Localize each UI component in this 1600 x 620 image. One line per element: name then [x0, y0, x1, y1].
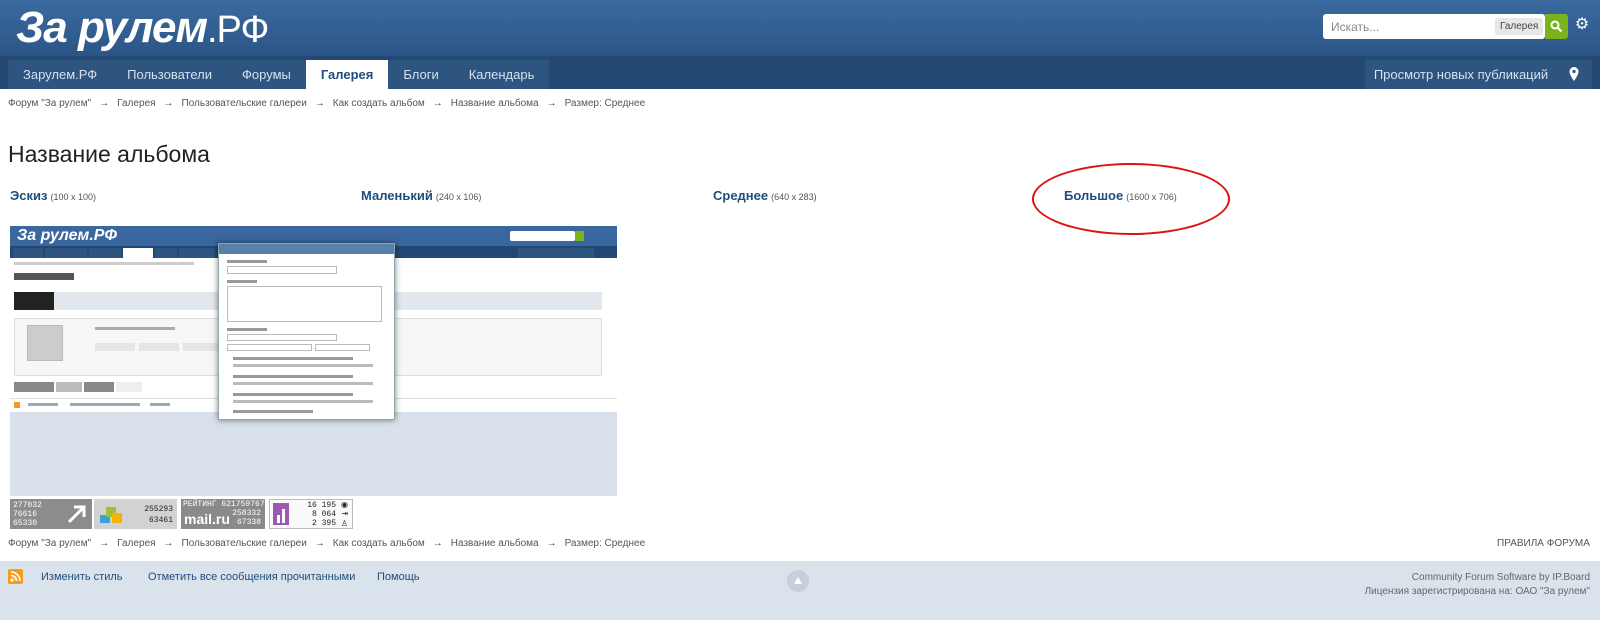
- size-thumbnail-link[interactable]: Эскиз (100 x 100): [10, 188, 96, 203]
- mailru-logo: mail.ru: [184, 511, 230, 527]
- map-pin-icon: [1569, 67, 1579, 81]
- tab-users[interactable]: Пользователи: [112, 60, 227, 89]
- footer-copyright: Community Forum Software by IP.Board Лиц…: [1364, 572, 1590, 597]
- breadcrumb-item[interactable]: Форум "За рулем": [8, 98, 91, 109]
- size-small-link[interactable]: Маленький (240 x 106): [361, 188, 481, 203]
- arrow-up-icon: [794, 577, 802, 584]
- tab-blogs[interactable]: Блоги: [388, 60, 453, 89]
- search-icon: [1550, 20, 1563, 33]
- visitor-icon: ♙: [340, 519, 348, 528]
- help-link[interactable]: Помощь: [377, 571, 420, 583]
- breadcrumb-item[interactable]: Галерея: [117, 538, 155, 549]
- size-medium-link[interactable]: Среднее (640 x 283): [713, 188, 817, 203]
- counter-logo-icon: [100, 507, 122, 523]
- arrow-up-right-icon: [67, 505, 86, 524]
- counter-mailru[interactable]: РЕЙТИНГ 621759767 258332 67338 mail.ru: [181, 499, 265, 529]
- site-logo[interactable]: За рулем.РФ: [16, 2, 269, 56]
- forum-rules-link[interactable]: ПРАВИЛА ФОРУМА: [1497, 538, 1590, 549]
- search-button[interactable]: [1545, 14, 1568, 39]
- highlight-circle: [1032, 163, 1230, 235]
- breadcrumb-item[interactable]: Галерея: [117, 98, 155, 109]
- counter-yandex[interactable]: 16 195 8 064 2 395 ◉ ⇥ ♙: [269, 499, 353, 529]
- breadcrumb-item[interactable]: Как создать альбом: [333, 98, 425, 109]
- search-input[interactable]: [1323, 14, 1483, 39]
- breadcrumb-item-current: Размер: Среднее: [564, 538, 646, 549]
- breadcrumb-item-current: Размер: Среднее: [564, 98, 646, 109]
- view-new-content-link[interactable]: Просмотр новых публикаций: [1365, 60, 1557, 89]
- tab-forums[interactable]: Форумы: [227, 60, 306, 89]
- back-to-top-button[interactable]: [787, 570, 809, 592]
- breadcrumb-item[interactable]: Пользовательские галереи: [182, 538, 307, 549]
- bar-chart-icon: [273, 503, 289, 525]
- gear-icon[interactable]: ⚙: [1573, 16, 1591, 34]
- breadcrumb-bottom: Форум "За рулем" → Галерея → Пользовательски…: [8, 538, 646, 549]
- site-header: За рулем.РФ Галерея ⚙: [0, 0, 1600, 56]
- tab-zarulem[interactable]: Зарулем.РФ: [8, 60, 112, 89]
- breadcrumb-item[interactable]: Как создать альбом: [333, 538, 425, 549]
- counter-liveinternet[interactable]: 277032 76616 65330: [10, 499, 92, 529]
- album-image-preview[interactable]: За рулем.РФ: [10, 226, 617, 496]
- breadcrumb-item[interactable]: Название альбома: [451, 538, 539, 549]
- breadcrumb-item[interactable]: Название альбома: [451, 98, 539, 109]
- breadcrumb-top: Форум "За рулем" → Галерея → Пользовательски…: [8, 98, 646, 109]
- breadcrumb-item[interactable]: Форум "За рулем": [8, 538, 91, 549]
- location-button[interactable]: [1557, 60, 1592, 89]
- search-box: Галерея: [1323, 14, 1545, 39]
- counter-rambler[interactable]: 255293 63461: [94, 499, 177, 529]
- rss-icon[interactable]: [8, 569, 23, 584]
- views-icon: ◉: [341, 500, 348, 509]
- main-nav: Зарулем.РФ Пользователи Форумы Галерея Б…: [0, 56, 1600, 89]
- tab-calendar[interactable]: Календарь: [454, 60, 550, 89]
- visits-icon: ⇥: [341, 509, 348, 518]
- change-style-link[interactable]: Изменить стиль: [41, 571, 123, 583]
- site-footer: Изменить стиль Отметить все сообщения пр…: [0, 561, 1600, 620]
- tab-gallery[interactable]: Галерея: [305, 60, 389, 89]
- search-scope-dropdown[interactable]: Галерея: [1495, 18, 1544, 35]
- page-title: Название альбома: [8, 141, 210, 167]
- mark-all-read-link[interactable]: Отметить все сообщения прочитанными: [148, 571, 355, 583]
- breadcrumb-item[interactable]: Пользовательские галереи: [182, 98, 307, 109]
